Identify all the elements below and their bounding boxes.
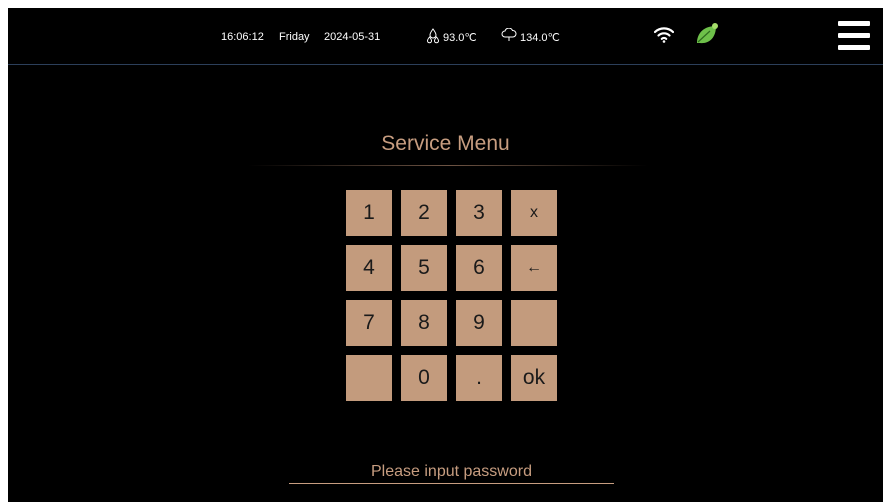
status-bar: 16:06:12 Friday 2024-05-31 93.0℃ 134.0℃ [8, 8, 883, 65]
page-title: Service Menu [381, 132, 510, 155]
hamburger-menu-icon[interactable] [838, 21, 870, 51]
key-1[interactable]: 1 [346, 190, 392, 236]
leaf-icon [694, 22, 720, 49]
key-4[interactable]: 4 [346, 245, 392, 291]
key-3[interactable]: 3 [456, 190, 502, 236]
weekday: Friday [279, 31, 310, 43]
key-0[interactable]: 0 [401, 355, 447, 401]
key-6[interactable]: 6 [456, 245, 502, 291]
key-7[interactable]: 7 [346, 300, 392, 346]
title-divider [248, 165, 648, 166]
key-9[interactable]: 9 [456, 300, 502, 346]
clock-time: 16:06:12 [221, 31, 264, 43]
steam-cloud-icon [501, 27, 517, 45]
key-dot[interactable]: . [456, 355, 502, 401]
key-ok[interactable]: ok [511, 355, 557, 401]
date: 2024-05-31 [324, 31, 381, 43]
water-drops-icon [426, 28, 440, 47]
key-2[interactable]: 2 [401, 190, 447, 236]
wifi-icon [653, 26, 675, 46]
steam-temperature: 134.0℃ [520, 32, 560, 44]
key-backspace[interactable]: ← [511, 245, 557, 291]
key-blank-left[interactable] [346, 355, 392, 401]
password-input[interactable]: Please input password [289, 463, 614, 481]
key-5[interactable]: 5 [401, 245, 447, 291]
key-clear[interactable]: x [511, 190, 557, 236]
key-8[interactable]: 8 [401, 300, 447, 346]
water-temperature: 93.0℃ [443, 32, 477, 44]
key-blank-right[interactable] [511, 300, 557, 346]
screen: 16:06:12 Friday 2024-05-31 93.0℃ 134.0℃ [8, 8, 883, 502]
password-underline [289, 483, 614, 484]
